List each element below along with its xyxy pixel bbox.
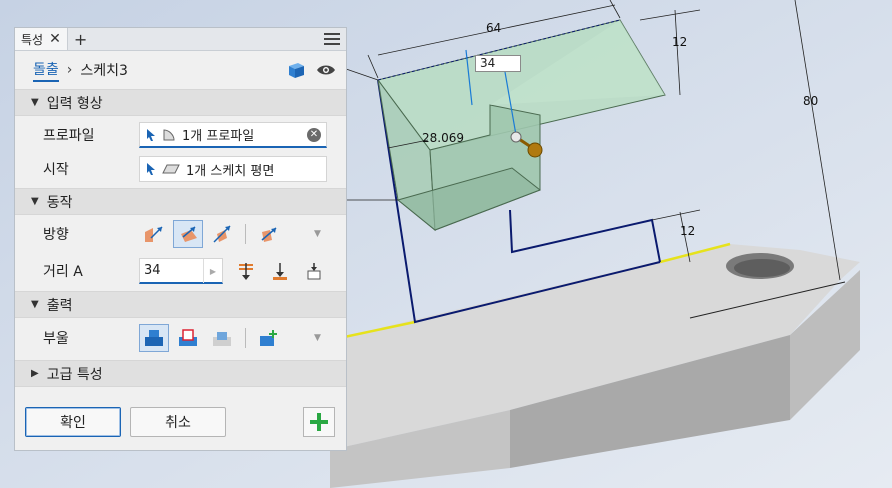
cancel-button[interactable]: 취소 — [130, 407, 226, 437]
section-output[interactable]: ▼ 출력 — [15, 291, 346, 318]
dimension-lower-right-height[interactable]: 12 — [680, 224, 695, 238]
boolean-intersect-button[interactable] — [207, 324, 237, 352]
direction-symmetric-button[interactable] — [207, 220, 237, 248]
profile-shape-icon — [163, 128, 175, 140]
properties-panel: 특성 ✕ + 돌출 › 스케치3 ▼ 입력 형상 프로파일 1개 프로파일 ✕ … — [14, 27, 347, 451]
profile-value: 1개 프로파일 — [182, 129, 255, 144]
dimension-top-width[interactable]: 64 — [486, 21, 501, 35]
select-cursor-icon — [147, 128, 155, 141]
distance-arrow-icon[interactable]: ▶ — [203, 259, 222, 283]
section-input-shape-title: 입력 형상 — [46, 95, 103, 112]
chevron-right-icon: › — [66, 62, 73, 78]
distance-input-overlay[interactable]: 34 — [475, 55, 521, 72]
clear-selection-icon[interactable]: ✕ — [307, 128, 321, 142]
profile-label: 프로파일 — [43, 128, 95, 144]
add-tab-button[interactable]: + — [74, 30, 87, 49]
distance-label: 거리 A — [43, 264, 83, 280]
direction-asymmetric-button[interactable] — [254, 220, 284, 248]
boolean-label: 부울 — [43, 331, 69, 347]
start-selector[interactable]: 1개 스케치 평면 — [139, 156, 327, 182]
distance-value: 34 — [144, 263, 161, 278]
direction-dropdown-icon[interactable]: ▼ — [314, 229, 321, 239]
boolean-join-icon — [145, 330, 163, 346]
caret-down-icon: ▼ — [31, 97, 39, 108]
boolean-dropdown-icon[interactable]: ▼ — [314, 333, 321, 343]
breadcrumb-feature[interactable]: 돌출 — [33, 59, 59, 82]
panel-tabbar: 특성 ✕ + — [15, 28, 346, 51]
panel-footer: 확인 취소 — [15, 400, 346, 450]
section-behavior-title: 동작 — [46, 194, 73, 211]
boolean-intersect-icon — [213, 332, 231, 346]
eye-icon[interactable] — [316, 63, 336, 77]
close-icon[interactable]: ✕ — [49, 31, 61, 47]
direction-default-icon — [145, 226, 163, 242]
direction-label: 방향 — [43, 227, 69, 243]
caret-down-icon: ▼ — [31, 196, 39, 207]
distance-through-button[interactable] — [265, 257, 295, 285]
new-solid-icon — [260, 330, 277, 346]
apply-add-button[interactable] — [303, 407, 335, 437]
direction-asymmetric-icon — [261, 227, 277, 242]
start-label: 시작 — [43, 162, 69, 178]
dimension-inner-width[interactable]: 28.069 — [422, 131, 464, 145]
toolbar-separator — [245, 328, 246, 348]
breadcrumb-sketch[interactable]: 스케치3 — [80, 60, 128, 80]
distance-to-button[interactable] — [231, 257, 261, 285]
hamburger-menu-icon[interactable] — [324, 30, 340, 46]
distance-row: 거리 A 34 ▶ — [15, 253, 346, 289]
distance-input[interactable]: 34 ▶ — [139, 258, 223, 284]
distance-between-icon — [307, 263, 321, 280]
dimension-top-right-height[interactable]: 12 — [672, 35, 687, 49]
caret-right-icon: ▶ — [31, 368, 39, 379]
toolbar-separator — [245, 224, 246, 244]
section-behavior[interactable]: ▼ 동작 — [15, 188, 346, 215]
tab-properties-label: 특성 — [21, 32, 44, 47]
profile-row: 프로파일 1개 프로파일 ✕ — [15, 118, 346, 152]
section-advanced[interactable]: ▶ 고급 특성 — [15, 360, 346, 387]
direction-default-button[interactable] — [139, 220, 169, 248]
start-value: 1개 스케치 평면 — [186, 163, 275, 179]
section-advanced-title: 고급 특성 — [46, 366, 103, 383]
boolean-cut-icon — [179, 329, 197, 346]
boolean-join-button[interactable] — [139, 324, 169, 352]
cube-icon[interactable] — [286, 61, 306, 79]
distance-through-icon — [273, 263, 287, 280]
distance-between-button[interactable] — [299, 257, 329, 285]
boolean-cut-button[interactable] — [173, 324, 203, 352]
breadcrumb: 돌출 › 스케치3 — [15, 51, 346, 89]
direction-row: 방향 ▼ — [15, 215, 346, 253]
profile-selector[interactable]: 1개 프로파일 ✕ — [139, 122, 327, 148]
plus-icon — [310, 413, 328, 431]
start-row: 시작 1개 스케치 평면 — [15, 152, 346, 186]
direction-flipped-button[interactable] — [173, 220, 203, 248]
boolean-row: 부울 ▼ — [15, 318, 346, 358]
select-cursor-icon — [147, 163, 155, 175]
dimension-depth[interactable]: 80 — [803, 94, 818, 108]
new-solid-button[interactable] — [254, 324, 284, 352]
sketch-plane-icon — [162, 164, 180, 174]
direction-flipped-icon — [181, 226, 197, 242]
tab-properties[interactable]: 특성 ✕ — [15, 28, 68, 50]
direction-symmetric-icon — [213, 225, 231, 243]
section-output-title: 출력 — [46, 297, 73, 314]
caret-down-icon: ▼ — [31, 299, 39, 310]
distance-to-icon — [239, 263, 253, 280]
section-input-shape[interactable]: ▼ 입력 형상 — [15, 89, 346, 116]
ok-button[interactable]: 확인 — [25, 407, 121, 437]
